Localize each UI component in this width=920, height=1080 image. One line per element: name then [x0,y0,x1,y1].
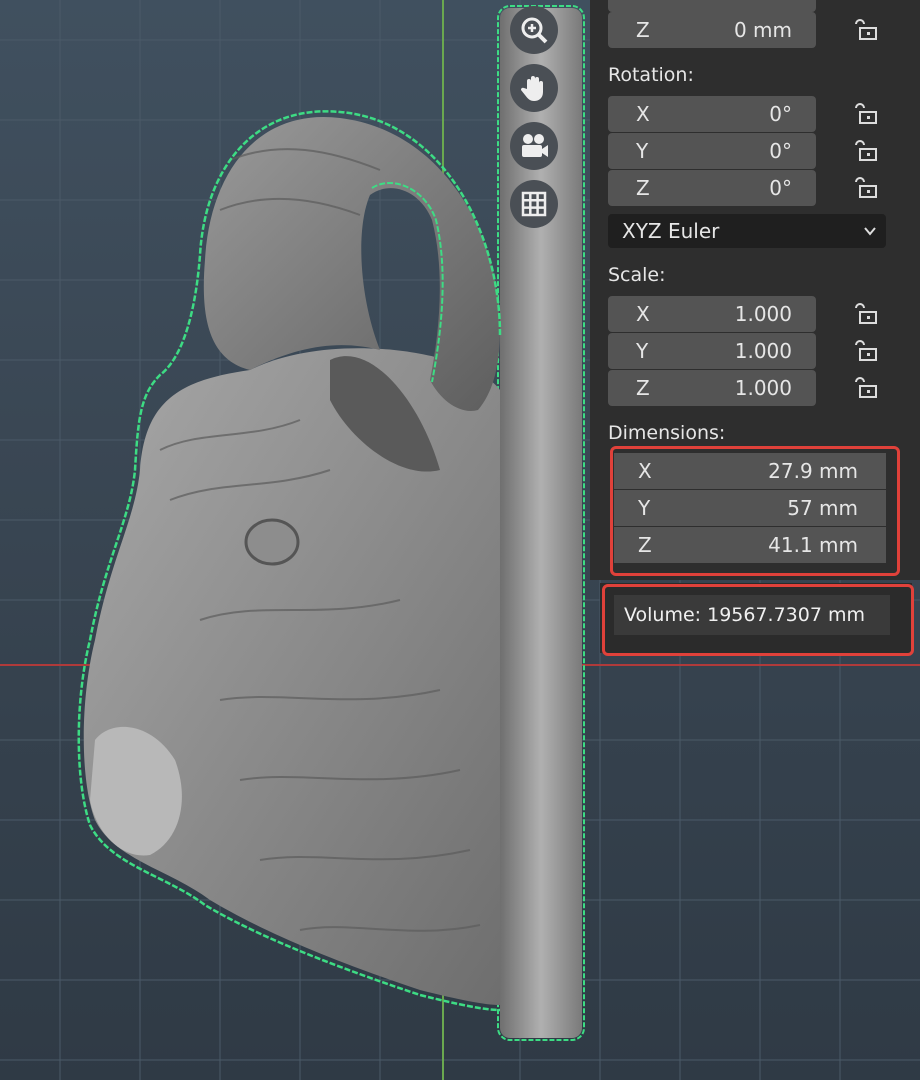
field-value: 0 mm [733,18,792,42]
rotation-z-field[interactable]: Z 0° [608,170,816,206]
location-z-field[interactable]: Z 0 mm [608,12,816,48]
lock-icon[interactable] [852,16,878,42]
zoom-icon[interactable] [510,6,558,54]
rotation-label: Rotation: [608,64,694,86]
lock-icon[interactable] [852,300,878,326]
lock-icon[interactable] [852,174,878,200]
lock-icon[interactable] [852,100,878,126]
lock-icon[interactable] [852,374,878,400]
scale-label: Scale: [608,264,666,286]
ram-eye [244,518,300,566]
scale-z-field[interactable]: Z 1.000 [608,370,816,406]
axis-label: X [636,302,650,326]
location-y-field[interactable] [608,0,816,12]
rotation-y-field[interactable]: Y 0° [608,133,816,169]
chevron-down-icon [864,227,876,236]
lock-icon[interactable] [852,337,878,363]
volume-highlight-box [602,584,914,656]
grid-icon[interactable] [510,180,558,228]
axis-label: Y [636,339,649,363]
ram-head [83,348,500,1005]
field-value: 1.000 [734,376,792,400]
axis-label: Y [636,139,649,163]
field-value: 0° [769,102,792,126]
rotation-x-field[interactable]: X 0° [608,96,816,132]
field-value: 1.000 [734,302,792,326]
scale-x-field[interactable]: X 1.000 [608,296,816,332]
dimensions-highlight-box [610,446,900,576]
axis-label: Z [636,18,650,42]
axis-label: Z [636,176,650,200]
field-value: 1.000 [734,339,792,363]
lock-icon[interactable] [852,137,878,163]
field-value: 0° [769,176,792,200]
dimensions-label: Dimensions: [608,422,726,444]
transform-panel: Z 0 mm Rotation: X 0° Y 0° Z 0° XYZ Eule… [590,0,920,580]
hand-pan-icon[interactable] [510,64,558,112]
axis-label: X [636,102,650,126]
scale-y-field[interactable]: Y 1.000 [608,333,816,369]
rotation-mode-value: XYZ Euler [622,219,720,243]
rotation-mode-select[interactable]: XYZ Euler [608,214,886,248]
field-value: 0° [769,139,792,163]
axis-label: Z [636,376,650,400]
camera-icon[interactable] [510,122,558,170]
